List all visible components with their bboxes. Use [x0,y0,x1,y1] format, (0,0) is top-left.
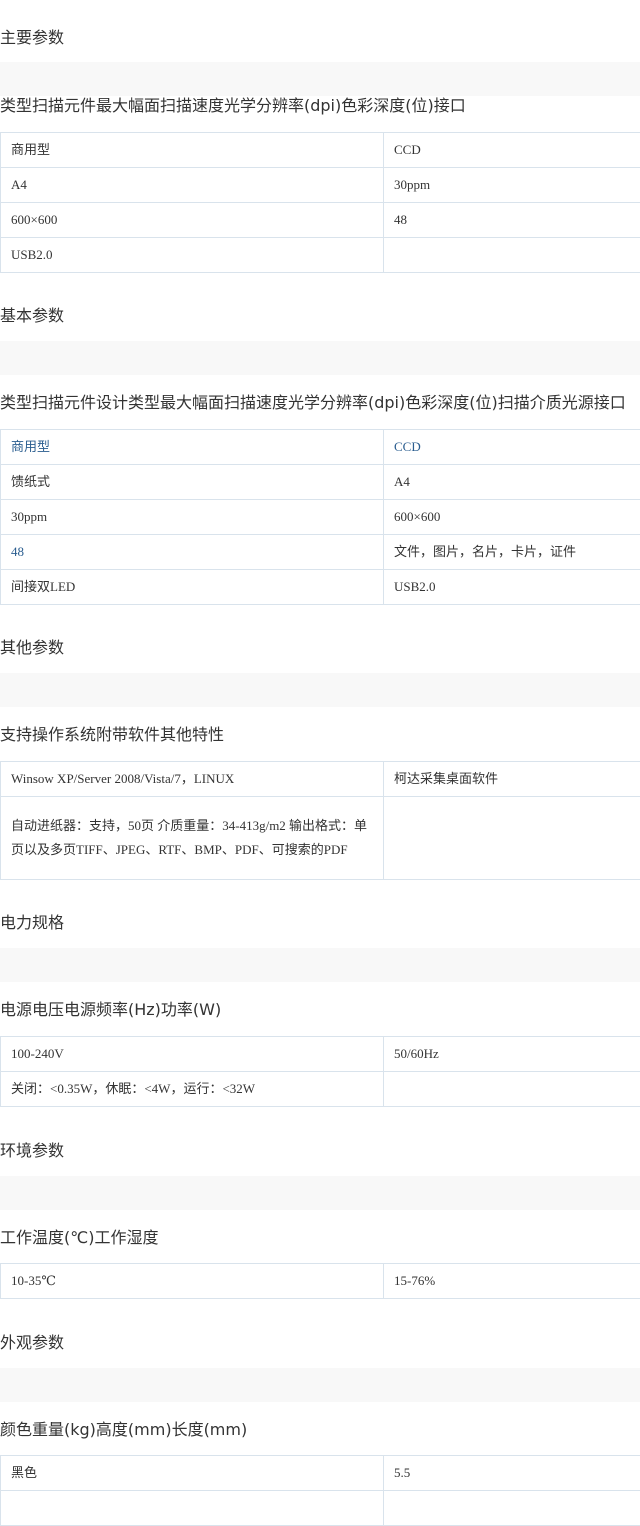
table-row: 600×600 48 [1,203,640,238]
spec-table-main: 商用型 CCD A4 30ppm 600×600 48 USB2.0 [0,132,640,273]
spec-table-basic: 商用型 CCD 馈纸式 A4 30ppm 600×600 48 文件，图片，名片… [0,429,640,605]
table-cell [384,238,640,273]
spec-table-power: 100-240V 50/60Hz 关闭：<0.35W，休眠：<4W，运行：<32… [0,1036,640,1107]
table-header-appearance: 颜色重量(kg)高度(mm)长度(mm) [0,1420,247,1440]
table-header-main: 类型扫描元件最大幅面扫描速度光学分辨率(dpi)色彩深度(位)接口 [0,96,466,116]
table-header-other: 支持操作系统附带软件其他特性 [0,725,224,745]
table-cell: 自动进纸器：支持，50页 介质重量：34-413g/m2 输出格式：单页以及多页… [1,797,384,880]
table-cell: 文件，图片，名片，卡片，证件 [384,535,640,570]
table-cell [1,1491,384,1526]
table-row: 关闭：<0.35W，休眠：<4W，运行：<32W [1,1072,640,1107]
table-row: USB2.0 [1,238,640,273]
section-title-other: 其他参数 [0,638,64,658]
table-row: 馈纸式 A4 [1,465,640,500]
table-row: A4 30ppm [1,168,640,203]
section-divider-band [0,62,640,96]
section-title-appearance: 外观参数 [0,1333,64,1353]
spec-table-env: 10-35℃ 15-76% [0,1263,640,1299]
table-cell: 50/60Hz [384,1037,640,1072]
table-cell: USB2.0 [384,570,640,605]
table-cell-link[interactable]: 商用型 [1,430,384,465]
table-cell: 关闭：<0.35W，休眠：<4W，运行：<32W [1,1072,384,1107]
spec-table-appearance: 黑色 5.5 [0,1455,640,1526]
table-header-basic: 类型扫描元件设计类型最大幅面扫描速度光学分辨率(dpi)色彩深度(位)扫描介质光… [0,393,626,413]
section-title-env: 环境参数 [0,1141,64,1161]
table-cell: 黑色 [1,1456,384,1491]
section-divider-band [0,673,640,707]
table-cell: 馈纸式 [1,465,384,500]
table-cell: 48 [384,203,640,238]
section-divider-band [0,948,640,982]
table-row: 自动进纸器：支持，50页 介质重量：34-413g/m2 输出格式：单页以及多页… [1,797,640,880]
table-cell-link[interactable]: 48 [1,535,384,570]
table-row: 100-240V 50/60Hz [1,1037,640,1072]
table-cell: 5.5 [384,1456,640,1491]
table-row: 10-35℃ 15-76% [1,1264,640,1299]
table-cell-link[interactable]: CCD [384,430,640,465]
table-row [1,1491,640,1526]
section-divider-band [0,1176,640,1210]
table-cell: 30ppm [1,500,384,535]
table-cell: 15-76% [384,1264,640,1299]
section-title-power: 电力规格 [0,913,64,933]
table-cell: 商用型 [1,133,384,168]
table-row: Winsow XP/Server 2008/Vista/7，LINUX 柯达采集… [1,762,640,797]
table-cell: 600×600 [384,500,640,535]
table-header-power: 电源电压电源频率(Hz)功率(W) [0,1000,221,1020]
table-cell: 600×600 [1,203,384,238]
table-cell: 间接双LED [1,570,384,605]
section-divider-band [0,1368,640,1402]
table-cell: 10-35℃ [1,1264,384,1299]
table-cell: A4 [384,465,640,500]
table-cell: 柯达采集桌面软件 [384,762,640,797]
table-row: 黑色 5.5 [1,1456,640,1491]
spec-table-other: Winsow XP/Server 2008/Vista/7，LINUX 柯达采集… [0,761,640,880]
section-title-basic: 基本参数 [0,306,64,326]
table-cell: USB2.0 [1,238,384,273]
table-cell: Winsow XP/Server 2008/Vista/7，LINUX [1,762,384,797]
table-row: 间接双LED USB2.0 [1,570,640,605]
table-row: 商用型 CCD [1,133,640,168]
table-cell: 30ppm [384,168,640,203]
table-cell: CCD [384,133,640,168]
section-title-main: 主要参数 [0,28,64,48]
table-cell [384,1072,640,1107]
section-divider-band [0,341,640,375]
table-cell [384,1491,640,1526]
table-header-env: 工作温度(℃)工作湿度 [0,1228,158,1248]
table-cell: A4 [1,168,384,203]
table-row: 商用型 CCD [1,430,640,465]
table-row: 48 文件，图片，名片，卡片，证件 [1,535,640,570]
table-row: 30ppm 600×600 [1,500,640,535]
table-cell: 100-240V [1,1037,384,1072]
table-cell [384,797,640,880]
